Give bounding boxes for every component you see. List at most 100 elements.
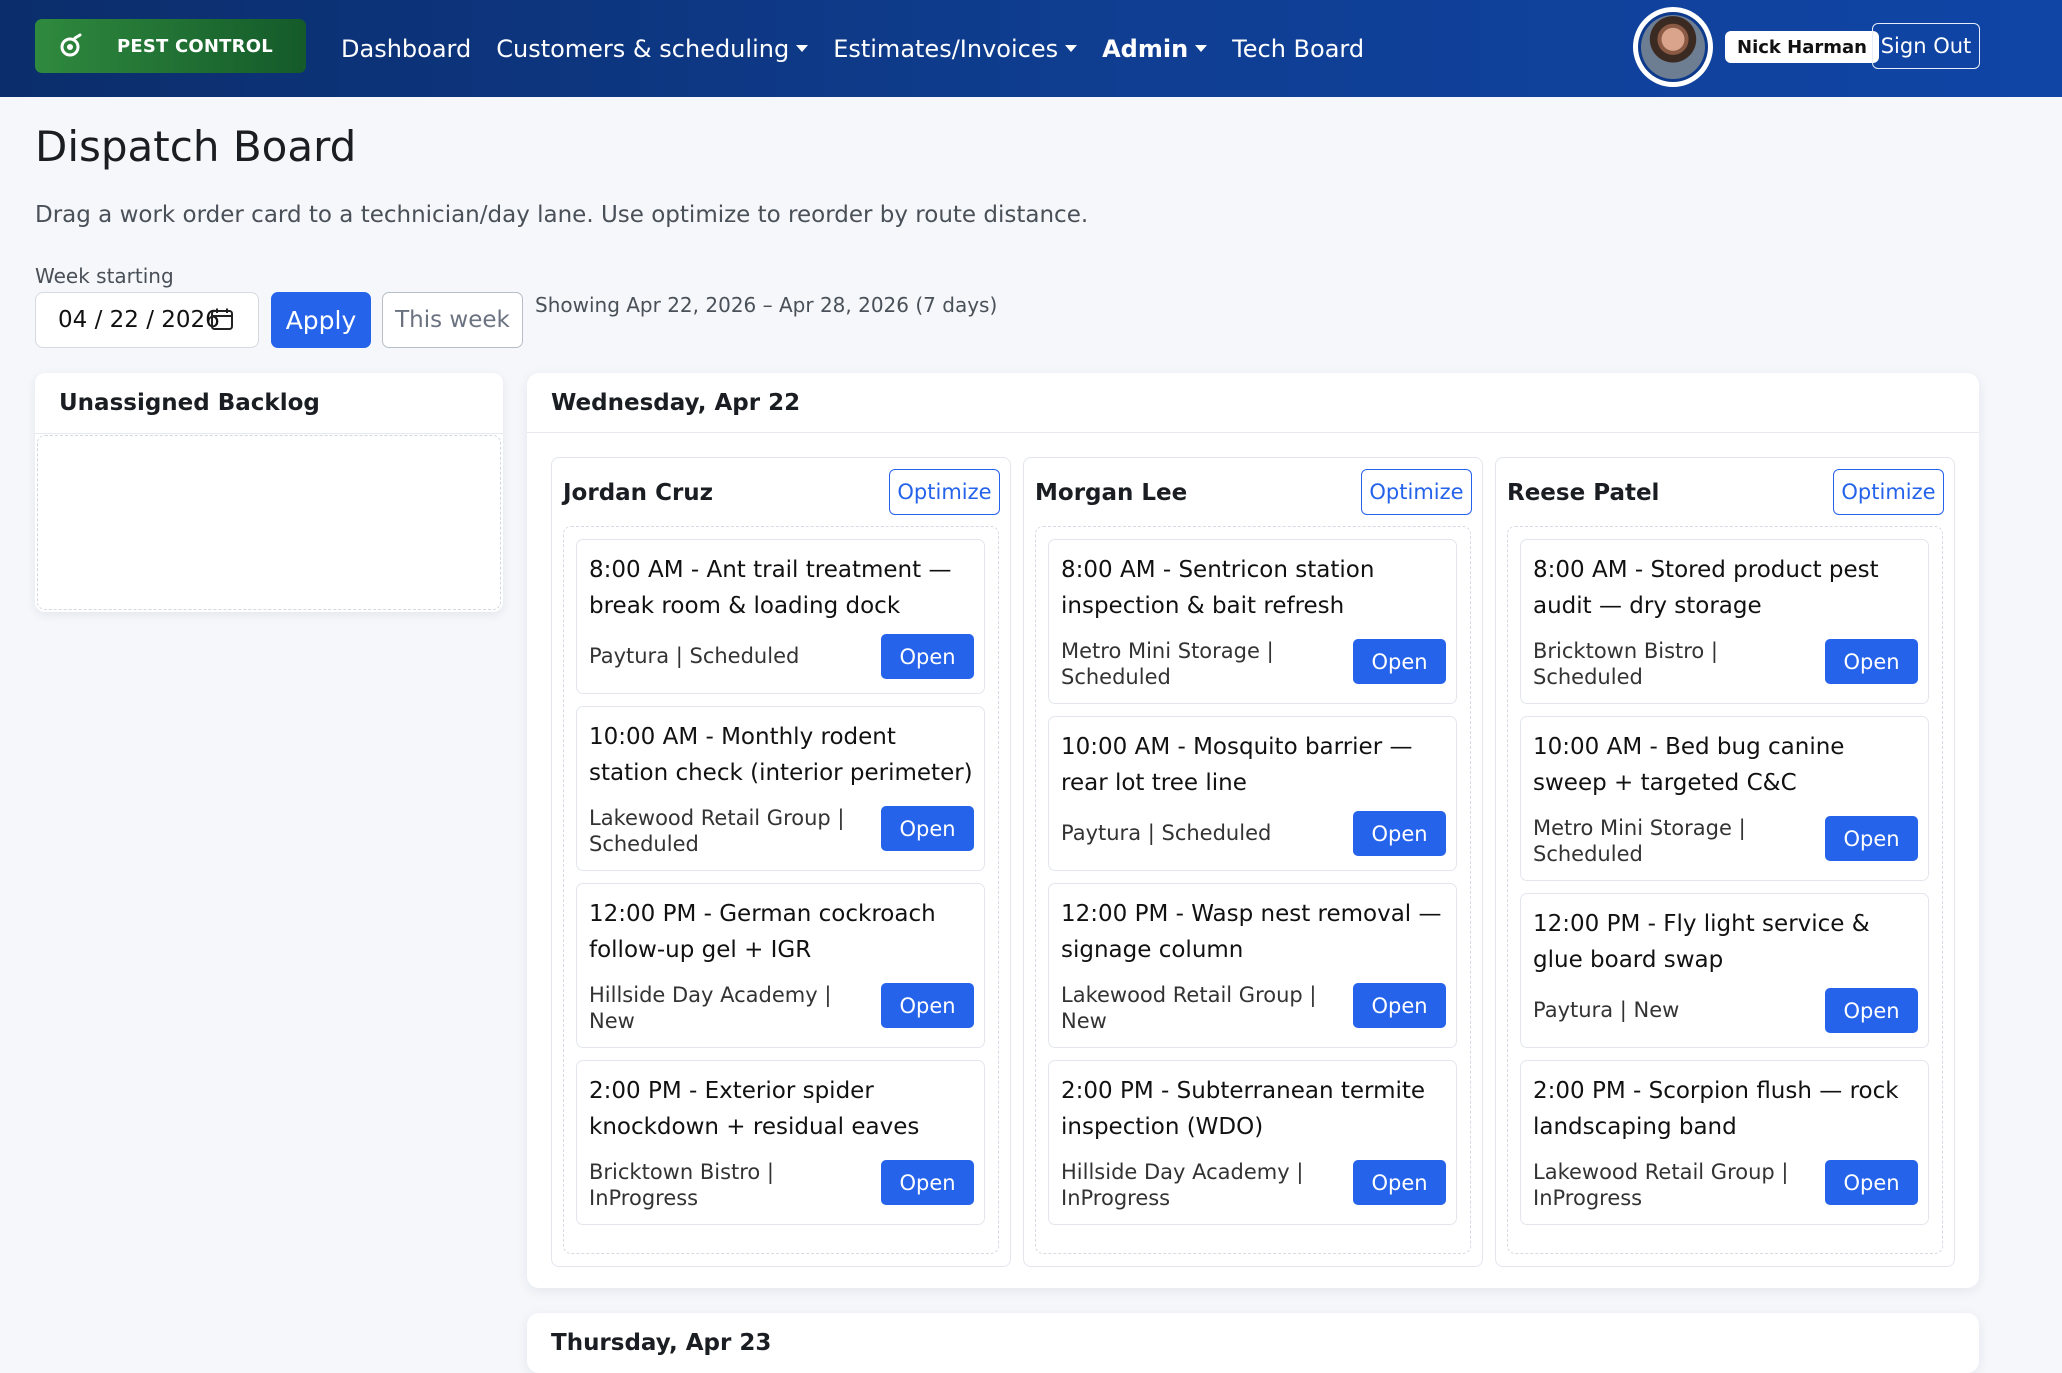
user-avatar[interactable] xyxy=(1633,7,1713,87)
card-title: 8:00 AM - Ant trail treatment — break ro… xyxy=(589,557,952,619)
card-customer-status: Metro Mini Storage | Scheduled xyxy=(1533,816,1746,866)
date-range-text: Showing Apr 22, 2026 – Apr 28, 2026 (7 d… xyxy=(535,293,998,317)
card-title: 10:00 AM - Monthly rodent station check … xyxy=(589,724,973,786)
work-order-card[interactable]: 8:00 AM - Sentricon station inspection &… xyxy=(1048,539,1457,704)
optimize-button[interactable]: Optimize xyxy=(1833,469,1944,515)
card-customer-status: Lakewood Retail Group | InProgress xyxy=(1533,1160,1789,1210)
bug-logo-icon xyxy=(60,33,82,57)
unassigned-backlog-panel: Unassigned Backlog xyxy=(35,373,503,612)
technician-name: Jordan Cruz xyxy=(563,480,714,506)
open-button[interactable]: Open xyxy=(881,806,974,851)
open-button[interactable]: Open xyxy=(1825,816,1918,861)
open-button[interactable]: Open xyxy=(881,634,974,679)
day-panel: Wednesday, Apr 22 Jordan Cruz Optimize 8… xyxy=(527,373,1979,1288)
nav-customers-scheduling-dropdown[interactable]: Customers & scheduling xyxy=(496,34,809,63)
open-button[interactable]: Open xyxy=(1353,1160,1446,1205)
card-title: 2:00 PM - Scorpion flush — rock landscap… xyxy=(1533,1078,1899,1140)
work-order-card[interactable]: 10:00 AM - Mosquito barrier — rear lot t… xyxy=(1048,716,1457,871)
open-button[interactable]: Open xyxy=(1353,639,1446,684)
open-button[interactable]: Open xyxy=(881,1160,974,1205)
technician-lane: Morgan Lee Optimize 8:00 AM - Sentricon … xyxy=(1023,457,1483,1267)
caret-down-icon xyxy=(1065,45,1078,52)
card-title: 8:00 AM - Sentricon station inspection &… xyxy=(1061,557,1375,619)
technician-name: Morgan Lee xyxy=(1035,480,1188,506)
work-order-card[interactable]: 2:00 PM - Exterior spider knockdown + re… xyxy=(576,1060,985,1225)
user-name-badge: Nick Harman xyxy=(1725,31,1879,63)
work-order-card[interactable]: 8:00 AM - Stored product pest audit — dr… xyxy=(1520,539,1929,704)
open-button[interactable]: Open xyxy=(881,983,974,1028)
backlog-drop-zone[interactable] xyxy=(37,435,501,610)
date-value: 04 / 22 / 2026 xyxy=(58,307,220,333)
card-customer-status: Hillside Day Academy | InProgress xyxy=(1061,1160,1304,1210)
optimize-button[interactable]: Optimize xyxy=(1361,469,1472,515)
brand-logo[interactable]: PEST CONTROL xyxy=(35,19,306,73)
next-day-title: Thursday, Apr 23 xyxy=(551,1330,772,1356)
lane-drop-zone[interactable]: 8:00 AM - Stored product pest audit — dr… xyxy=(1507,526,1943,1254)
nav-dashboard[interactable]: Dashboard xyxy=(341,35,471,63)
technician-name: Reese Patel xyxy=(1507,480,1660,506)
technician-lane: Reese Patel Optimize 8:00 AM - Stored pr… xyxy=(1495,457,1955,1267)
lane-drop-zone[interactable]: 8:00 AM - Ant trail treatment — break ro… xyxy=(563,526,999,1254)
calendar-icon[interactable] xyxy=(210,307,234,331)
work-order-card[interactable]: 12:00 PM - German cockroach follow-up ge… xyxy=(576,883,985,1048)
nav-tech-board[interactable]: Tech Board xyxy=(1232,35,1364,63)
next-day-panel: Thursday, Apr 23 xyxy=(527,1313,1979,1373)
work-order-card[interactable]: 12:00 PM - Fly light service & glue boar… xyxy=(1520,893,1929,1048)
open-button[interactable]: Open xyxy=(1825,988,1918,1033)
card-customer-status: Lakewood Retail Group | New xyxy=(1061,983,1317,1033)
open-button[interactable]: Open xyxy=(1825,639,1918,684)
divider xyxy=(527,432,1979,433)
nav-estimates-invoices-dropdown[interactable]: Estimates/Invoices xyxy=(833,34,1078,63)
work-order-card[interactable]: 10:00 AM - Bed bug canine sweep + target… xyxy=(1520,716,1929,881)
nav-tech-board-label: Tech Board xyxy=(1232,34,1365,63)
top-navbar: PEST CONTROL Dashboard Customers & sched… xyxy=(0,0,2062,97)
card-title: 10:00 AM - Mosquito barrier — rear lot t… xyxy=(1061,734,1413,796)
nav-estimates-label: Estimates/Invoices xyxy=(833,34,1059,63)
main-nav: Dashboard Customers & scheduling Estimat… xyxy=(341,0,1389,97)
optimize-button[interactable]: Optimize xyxy=(889,469,1000,515)
open-button[interactable]: Open xyxy=(1353,811,1446,856)
card-title: 8:00 AM - Stored product pest audit — dr… xyxy=(1533,557,1879,619)
backlog-title: Unassigned Backlog xyxy=(59,390,320,416)
work-order-card[interactable]: 10:00 AM - Monthly rodent station check … xyxy=(576,706,985,871)
work-order-card[interactable]: 8:00 AM - Ant trail treatment — break ro… xyxy=(576,539,985,694)
nav-dashboard-label: Dashboard xyxy=(341,34,472,63)
avatar-photo xyxy=(1641,15,1705,79)
card-customer-status: Paytura | Scheduled xyxy=(589,644,800,668)
card-customer-status: Bricktown Bistro | InProgress xyxy=(589,1160,775,1210)
sign-out-button[interactable]: Sign Out xyxy=(1872,23,1980,69)
divider xyxy=(35,433,503,434)
card-title: 12:00 PM - Wasp nest removal — signage c… xyxy=(1061,901,1442,963)
card-title: 2:00 PM - Exterior spider knockdown + re… xyxy=(589,1078,920,1140)
card-customer-status: Paytura | Scheduled xyxy=(1061,821,1272,845)
card-customer-status: Lakewood Retail Group | Scheduled xyxy=(589,806,845,856)
card-title: 12:00 PM - German cockroach follow-up ge… xyxy=(589,901,936,963)
card-customer-status: Bricktown Bistro | Scheduled xyxy=(1533,639,1719,689)
nav-admin-dropdown[interactable]: Admin xyxy=(1102,34,1208,63)
nav-admin-label: Admin xyxy=(1102,34,1189,63)
lane-drop-zone[interactable]: 8:00 AM - Sentricon station inspection &… xyxy=(1035,526,1471,1254)
brand-name: PEST CONTROL xyxy=(117,35,273,57)
open-button[interactable]: Open xyxy=(1825,1160,1918,1205)
work-order-card[interactable]: 2:00 PM - Scorpion flush — rock landscap… xyxy=(1520,1060,1929,1225)
page-title: Dispatch Board xyxy=(35,122,357,171)
card-customer-status: Metro Mini Storage | Scheduled xyxy=(1061,639,1274,689)
card-customer-status: Hillside Day Academy | New xyxy=(589,983,832,1033)
this-week-button[interactable]: This week xyxy=(382,292,523,348)
technician-lane: Jordan Cruz Optimize 8:00 AM - Ant trail… xyxy=(551,457,1011,1267)
page-description: Drag a work order card to a technician/d… xyxy=(35,202,1089,228)
day-title: Wednesday, Apr 22 xyxy=(551,390,801,416)
work-order-card[interactable]: 2:00 PM - Subterranean termite inspectio… xyxy=(1048,1060,1457,1225)
caret-down-icon xyxy=(1195,45,1208,52)
apply-button[interactable]: Apply xyxy=(271,292,371,348)
week-start-date-input[interactable]: 04 / 22 / 2026 xyxy=(35,292,259,348)
open-button[interactable]: Open xyxy=(1353,983,1446,1028)
week-starting-label: Week starting xyxy=(35,264,174,288)
card-customer-status: Paytura | New xyxy=(1533,998,1680,1022)
nav-customers-label: Customers & scheduling xyxy=(496,34,790,63)
card-title: 12:00 PM - Fly light service & glue boar… xyxy=(1533,911,1870,973)
caret-down-icon xyxy=(796,45,809,52)
work-order-card[interactable]: 12:00 PM - Wasp nest removal — signage c… xyxy=(1048,883,1457,1048)
card-title: 10:00 AM - Bed bug canine sweep + target… xyxy=(1533,734,1845,796)
card-title: 2:00 PM - Subterranean termite inspectio… xyxy=(1061,1078,1426,1140)
